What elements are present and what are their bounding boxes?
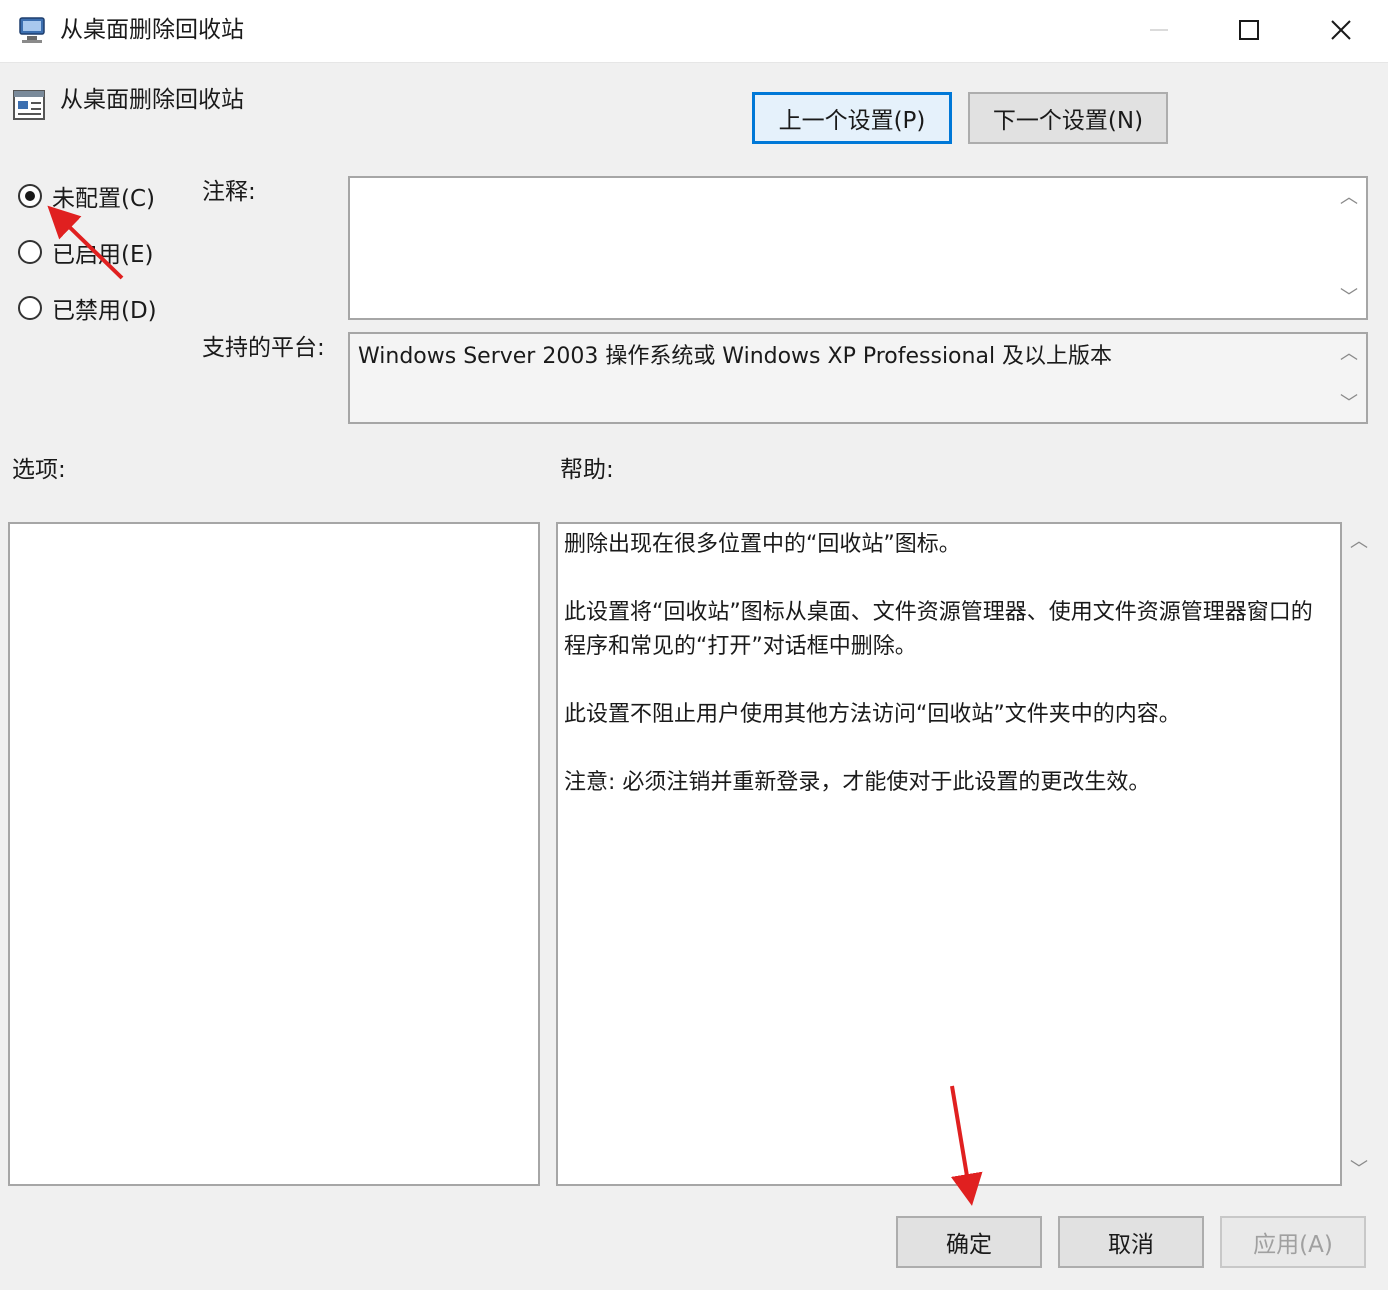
- apply-button[interactable]: 应用(A): [1220, 1216, 1366, 1268]
- radio-disabled[interactable]: 已禁用(D): [18, 290, 157, 326]
- help-paragraph: 注意: 必须注销并重新登录，才能使对于此设置的更改生效。: [564, 770, 1151, 795]
- radio-button[interactable]: [18, 296, 42, 320]
- platform-label: 支持的平台:: [202, 335, 325, 361]
- radio-label-disabled: 已禁用(D): [52, 298, 157, 324]
- title-bar: 从桌面删除回收站: [0, 0, 1388, 63]
- cancel-button[interactable]: 取消: [1058, 1216, 1204, 1268]
- scroll-up-icon[interactable]: ︿: [1336, 188, 1362, 208]
- ok-button[interactable]: 确定: [896, 1216, 1042, 1268]
- comment-label: 注释:: [202, 179, 256, 205]
- platform-field: Windows Server 2003 操作系统或 Windows XP Pro…: [348, 332, 1368, 424]
- help-label: 帮助:: [560, 457, 614, 483]
- radio-label-not-configured: 未配置(C): [52, 186, 156, 212]
- help-content: 删除出现在很多位置中的“回收站”图标。 此设置将“回收站”图标从桌面、文件资源管…: [564, 528, 1334, 834]
- minimize-button[interactable]: [1114, 0, 1204, 60]
- help-panel: 删除出现在很多位置中的“回收站”图标。 此设置将“回收站”图标从桌面、文件资源管…: [556, 522, 1342, 1186]
- next-setting-button[interactable]: 下一个设置(N): [968, 92, 1168, 144]
- close-icon: [1331, 20, 1351, 40]
- policy-title: 从桌面删除回收站: [60, 87, 244, 113]
- policy-setting-icon: [13, 90, 45, 120]
- platform-value: Windows Server 2003 操作系统或 Windows XP Pro…: [358, 344, 1113, 369]
- radio-label-enabled: 已启用(E): [52, 242, 154, 268]
- radio-enabled[interactable]: 已启用(E): [18, 234, 153, 270]
- help-paragraph: 此设置将“回收站”图标从桌面、文件资源管理器、使用文件资源管理器窗口的程序和常见…: [564, 600, 1313, 659]
- radio-not-configured[interactable]: 未配置(C): [18, 178, 155, 214]
- previous-setting-button[interactable]: 上一个设置(P): [752, 92, 952, 144]
- comment-textarea[interactable]: ︿ ﹀: [348, 176, 1368, 320]
- scroll-up-icon[interactable]: ︿: [1336, 344, 1362, 364]
- radio-button[interactable]: [18, 240, 42, 264]
- group-policy-icon: [19, 17, 45, 43]
- maximize-icon: [1239, 20, 1259, 40]
- options-panel: [8, 522, 540, 1186]
- radio-button-checked[interactable]: [18, 184, 42, 208]
- help-paragraph: 此设置不阻止用户使用其他方法访问“回收站”文件夹中的内容。: [564, 702, 1181, 727]
- scroll-down-icon[interactable]: ﹀: [1336, 288, 1362, 308]
- scroll-down-icon[interactable]: ﹀: [1346, 1160, 1372, 1180]
- scroll-down-icon[interactable]: ﹀: [1336, 394, 1362, 414]
- close-button[interactable]: [1296, 0, 1386, 60]
- help-paragraph: 删除出现在很多位置中的“回收站”图标。: [564, 532, 961, 557]
- maximize-button[interactable]: [1204, 0, 1294, 60]
- options-label: 选项:: [12, 457, 66, 483]
- scroll-up-icon[interactable]: ︿: [1346, 532, 1372, 552]
- minimize-icon: [1150, 29, 1168, 31]
- window-title: 从桌面删除回收站: [60, 17, 244, 43]
